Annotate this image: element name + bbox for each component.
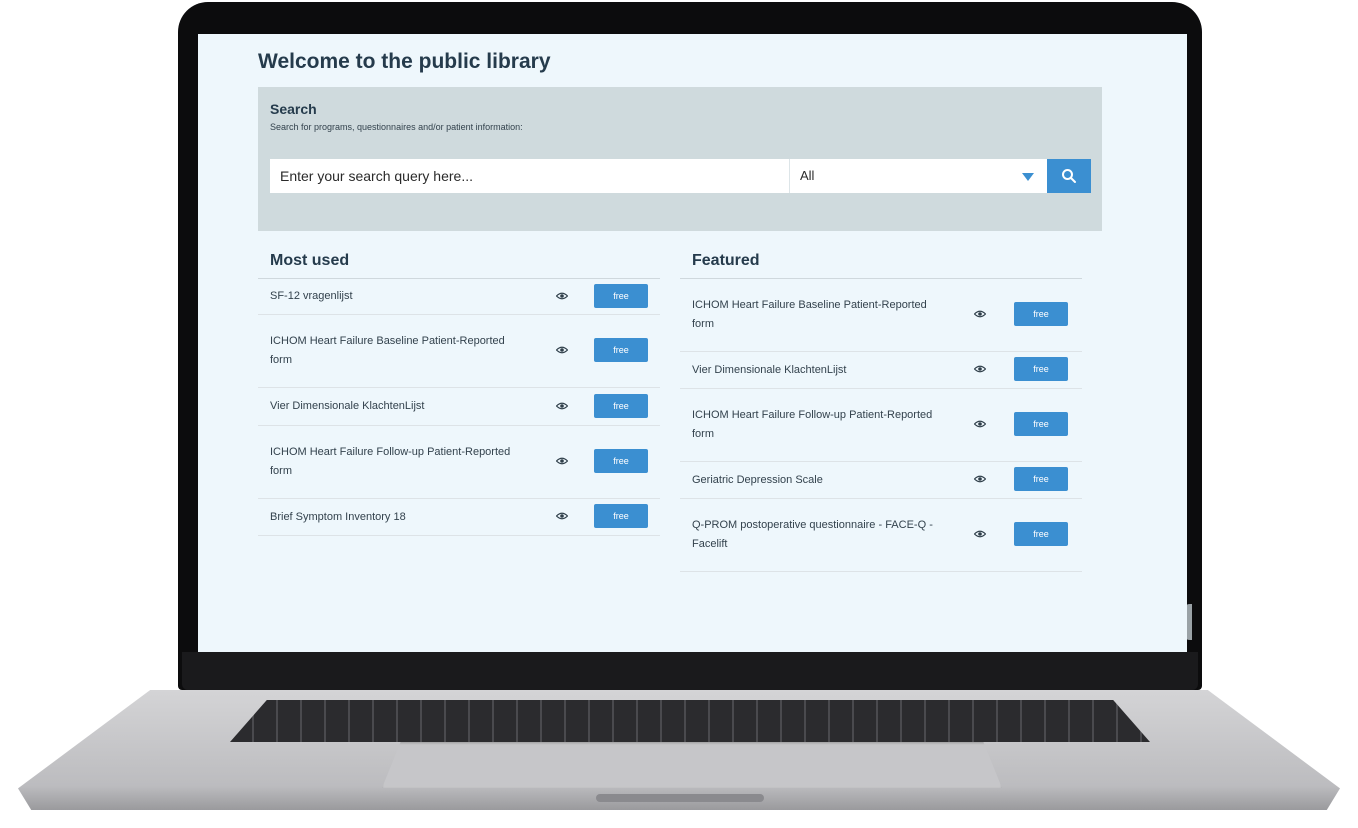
list-item[interactable]: ICHOM Heart Failure Baseline Patient-Rep… bbox=[680, 279, 1082, 352]
eye-icon[interactable] bbox=[556, 402, 568, 410]
list-item[interactable]: Vier Dimensionale KlachtenLijst free bbox=[680, 352, 1082, 389]
list-item[interactable]: ICHOM Heart Failure Baseline Patient-Rep… bbox=[258, 315, 660, 388]
list-item[interactable]: Geriatric Depression Scale free bbox=[680, 462, 1082, 499]
free-button[interactable]: free bbox=[594, 394, 648, 418]
laptop-notch bbox=[596, 794, 764, 802]
free-button[interactable]: free bbox=[1014, 357, 1068, 381]
eye-icon[interactable] bbox=[556, 512, 568, 520]
search-heading: Search bbox=[270, 101, 317, 117]
page-title: Welcome to the public library bbox=[258, 50, 551, 73]
search-subtitle: Search for programs, questionnaires and/… bbox=[270, 122, 523, 132]
free-button[interactable]: free bbox=[1014, 467, 1068, 491]
free-button[interactable]: free bbox=[594, 504, 648, 528]
search-button[interactable] bbox=[1047, 159, 1091, 193]
free-button[interactable]: free bbox=[1014, 412, 1068, 436]
laptop-hinge bbox=[182, 652, 1198, 690]
item-name[interactable]: Q-PROM postoperative questionnaire - FAC… bbox=[692, 516, 942, 554]
eye-icon[interactable] bbox=[974, 420, 986, 428]
item-name[interactable]: Vier Dimensionale KlachtenLijst bbox=[270, 397, 520, 416]
most-used-list: SF-12 vragenlijst free ICHOM Heart Failure… bbox=[258, 278, 660, 536]
item-name[interactable]: ICHOM Heart Failure Follow-up Patient-Re… bbox=[270, 443, 520, 481]
list-item[interactable]: ICHOM Heart Failure Follow-up Patient-Re… bbox=[258, 426, 660, 499]
chevron-down-icon bbox=[1022, 173, 1034, 181]
eye-icon[interactable] bbox=[974, 310, 986, 318]
item-name[interactable]: ICHOM Heart Failure Baseline Patient-Rep… bbox=[270, 332, 520, 370]
free-button[interactable]: free bbox=[1014, 522, 1068, 546]
search-scope-value: All bbox=[800, 168, 815, 183]
laptop-screen: Welcome to the public library Search Sea… bbox=[198, 34, 1187, 652]
eye-icon[interactable] bbox=[556, 457, 568, 465]
list-item[interactable]: Brief Symptom Inventory 18 free bbox=[258, 499, 660, 536]
free-button[interactable]: free bbox=[594, 338, 648, 362]
list-item[interactable]: Vier Dimensionale KlachtenLijst free bbox=[258, 388, 660, 426]
laptop-keyboard bbox=[230, 700, 1150, 742]
eye-icon[interactable] bbox=[974, 475, 986, 483]
laptop-trackpad bbox=[382, 742, 1002, 788]
eye-icon[interactable] bbox=[974, 530, 986, 538]
free-button[interactable]: free bbox=[594, 449, 648, 473]
search-panel: Search Search for programs, questionnair… bbox=[258, 87, 1102, 231]
featured-heading: Featured bbox=[692, 252, 760, 269]
most-used-heading: Most used bbox=[270, 252, 350, 269]
item-name[interactable]: Vier Dimensionale KlachtenLijst bbox=[692, 361, 942, 380]
item-name[interactable]: SF-12 vragenlijst bbox=[270, 287, 520, 306]
search-scope-select[interactable]: All bbox=[789, 159, 1048, 193]
item-name[interactable]: ICHOM Heart Failure Baseline Patient-Rep… bbox=[692, 296, 942, 334]
search-icon bbox=[1062, 169, 1076, 183]
featured-list: ICHOM Heart Failure Baseline Patient-Rep… bbox=[680, 278, 1082, 572]
search-input[interactable] bbox=[270, 159, 800, 193]
list-item[interactable]: Q-PROM postoperative questionnaire - FAC… bbox=[680, 499, 1082, 572]
list-item[interactable]: ICHOM Heart Failure Follow-up Patient-Re… bbox=[680, 389, 1082, 462]
eye-icon[interactable] bbox=[556, 292, 568, 300]
item-name[interactable]: ICHOM Heart Failure Follow-up Patient-Re… bbox=[692, 406, 942, 444]
eye-icon[interactable] bbox=[556, 346, 568, 354]
item-name[interactable]: Geriatric Depression Scale bbox=[692, 471, 942, 490]
item-name[interactable]: Brief Symptom Inventory 18 bbox=[270, 508, 520, 527]
eye-icon[interactable] bbox=[974, 365, 986, 373]
free-button[interactable]: free bbox=[594, 284, 648, 308]
list-item[interactable]: SF-12 vragenlijst free bbox=[258, 279, 660, 315]
free-button[interactable]: free bbox=[1014, 302, 1068, 326]
